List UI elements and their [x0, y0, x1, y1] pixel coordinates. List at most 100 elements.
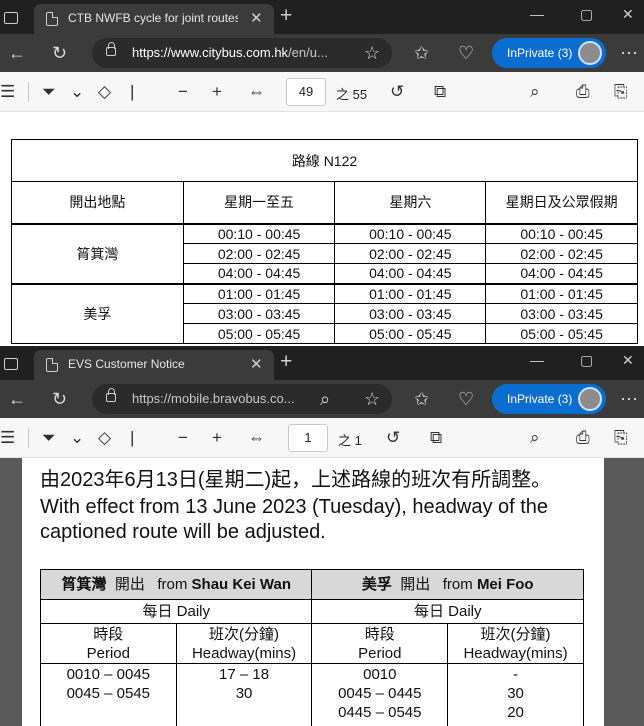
time-cell: 00:10 - 00:45 — [485, 222, 638, 244]
new-tab-icon[interactable]: + — [280, 5, 292, 27]
pdf-toolbar: ☰ ⏷ ⌄ ◇ | − + ⇔ 1 之 1 ↺ ⧉ ⌕ ⎙ ⎘ — [0, 418, 644, 458]
browser-toolbar: ← ↻ https://mobile.bravobus.co... ⌕ ☆ ✩ … — [0, 380, 644, 418]
back-icon[interactable]: ← — [8, 389, 26, 409]
favorite-star-icon[interactable]: ☆ — [364, 43, 380, 63]
column-header: 星期日及公眾假期 — [485, 181, 638, 224]
refresh-icon[interactable]: ↻ — [52, 389, 67, 409]
zoom-out-icon[interactable]: − — [178, 82, 188, 102]
page-view-icon[interactable]: ⧉ — [430, 428, 442, 448]
url-text: https://mobile.bravobus.co... — [132, 391, 295, 406]
close-tab-icon[interactable]: ✕ — [250, 355, 263, 373]
restore-icon[interactable]: ▢ — [580, 6, 593, 23]
origin-header-shau-kei-wan: 筲箕灣 開出 from Shau Kei Wan — [39, 569, 313, 600]
separator-icon: | — [130, 82, 135, 101]
browser-window-bravobus: EVS Customer Notice ✕ + — ▢ ✕ ← ↻ https:… — [0, 346, 644, 726]
favorite-star-icon[interactable]: ☆ — [364, 389, 380, 409]
fit-page-icon[interactable]: ⇔ — [248, 82, 265, 102]
time-cell: 03:00 - 03:45 — [182, 303, 336, 324]
fit-page-icon[interactable]: ⇔ — [248, 428, 265, 448]
tab-ctb-nwfb[interactable]: CTB NWFB cycle for joint routes... ✕ — [34, 4, 274, 34]
time-cell: 00:10 - 00:45 — [334, 222, 487, 244]
chevron-down-icon[interactable]: ⌄ — [70, 82, 84, 102]
search-icon[interactable]: ⌕ — [530, 428, 540, 448]
period-values-left: 0010 – 0045 0045 – 0545 — [40, 663, 177, 726]
erase-icon[interactable]: ◇ — [98, 428, 111, 448]
headway-header: 班次(分鐘) Headway(mins) — [447, 623, 584, 664]
time-cell: 00:10 - 00:45 — [182, 222, 336, 244]
time-cell: 05:00 - 05:45 — [182, 323, 336, 344]
close-tab-icon[interactable]: ✕ — [250, 9, 263, 27]
url-text: https://www.citybus.com.hk/en/u... — [132, 45, 328, 60]
page-number-input[interactable]: 49 — [286, 78, 326, 106]
refresh-icon[interactable]: ↻ — [52, 43, 67, 63]
separator-icon: | — [130, 428, 135, 447]
pdf-document-icon — [46, 358, 58, 372]
back-icon[interactable]: ← — [8, 43, 26, 63]
period-header: 時段 Period — [311, 623, 449, 664]
print-icon[interactable]: ⎘ — [614, 82, 628, 102]
period-values-right: 0010 0045 – 0445 0445 – 0545 — [311, 663, 449, 726]
minimize-icon[interactable]: — — [530, 352, 544, 368]
browser-window-citybus: CTB NWFB cycle for joint routes... ✕ + —… — [0, 0, 644, 346]
save-icon[interactable]: ⎙ — [576, 82, 590, 102]
tab-title: CTB NWFB cycle for joint routes... — [68, 11, 238, 25]
time-cell: 04:00 - 04:45 — [334, 263, 487, 284]
time-cell: 03:00 - 03:45 — [485, 303, 638, 324]
search-icon[interactable]: ⌕ — [530, 82, 540, 102]
tab-actions-icon[interactable] — [4, 358, 18, 370]
lock-icon — [106, 388, 116, 402]
time-cell: 05:00 - 05:45 — [334, 323, 487, 344]
erase-icon[interactable]: ◇ — [98, 82, 111, 102]
page-view-icon[interactable]: ⧉ — [434, 82, 446, 102]
route-n122-table: 路線 N122 開出地點 星期一至五 星期六 星期日及公眾假期 筲箕灣 00:1… — [11, 139, 638, 344]
notice-text-en-line1: With effect from 13 June 2023 (Tuesday),… — [40, 496, 549, 518]
browser-essentials-icon[interactable]: ♡ — [458, 389, 474, 409]
headway-table: 筲箕灣 開出 from Shau Kei Wan 美孚 開出 from Mei … — [39, 569, 584, 726]
highlight-icon[interactable]: ⏷ — [42, 428, 56, 448]
close-window-icon[interactable]: ✕ — [622, 6, 634, 23]
rotate-icon[interactable]: ↺ — [390, 82, 404, 102]
tab-evs-customer-notice[interactable]: EVS Customer Notice ✕ — [34, 350, 274, 380]
page-number-input[interactable]: 1 — [288, 424, 328, 452]
daily-label: 每日 Daily — [39, 599, 313, 624]
more-menu-icon[interactable]: ⋯ — [620, 43, 638, 63]
chevron-down-icon[interactable]: ⌄ — [70, 428, 84, 448]
browser-essentials-icon[interactable]: ♡ — [458, 43, 474, 63]
close-window-icon[interactable]: ✕ — [622, 352, 634, 369]
notice-text-en-line2: captioned route will be adjusted. — [40, 521, 326, 543]
zoom-icon[interactable]: ⌕ — [320, 389, 330, 409]
restore-icon[interactable]: ▢ — [580, 352, 593, 369]
print-icon[interactable]: ⎘ — [614, 428, 628, 448]
avatar — [578, 387, 602, 411]
address-bar[interactable]: https://www.citybus.com.hk/en/u... — [92, 38, 392, 68]
new-tab-icon[interactable]: + — [280, 351, 292, 373]
favorites-icon[interactable]: ✩ — [414, 389, 429, 409]
page-total: 之 1 — [338, 433, 362, 448]
table-row: 筲箕灣 00:10 - 00:45 00:10 - 00:45 00:10 - … — [11, 222, 638, 284]
save-icon[interactable]: ⎙ — [576, 428, 590, 448]
lock-icon — [106, 42, 116, 56]
pdf-document-icon — [46, 12, 58, 26]
favorites-icon[interactable]: ✩ — [414, 43, 429, 63]
origin-cell: 美孚 — [11, 282, 184, 344]
zoom-in-icon[interactable]: + — [212, 428, 222, 448]
rotate-icon[interactable]: ↺ — [386, 428, 400, 448]
pdf-toolbar: ☰ ⏷ ⌄ ◇ | − + ⇔ 49 之 55 ↺ ⧉ ⌕ ⎙ ⎘ — [0, 72, 644, 112]
minimize-icon[interactable]: — — [530, 6, 544, 22]
tab-actions-icon[interactable] — [4, 12, 18, 24]
zoom-out-icon[interactable]: − — [178, 428, 188, 448]
time-cell: 02:00 - 02:45 — [182, 243, 336, 264]
origin-cell: 筲箕灣 — [11, 222, 184, 284]
contents-icon[interactable]: ☰ — [0, 428, 15, 448]
zoom-in-icon[interactable]: + — [212, 82, 222, 102]
inprivate-button[interactable]: InPrivate (3) — [492, 38, 606, 68]
period-header: 時段 Period — [40, 623, 177, 664]
highlight-icon[interactable]: ⏷ — [42, 82, 56, 102]
table-title: 路線 N122 — [11, 139, 638, 182]
time-cell: 04:00 - 04:45 — [485, 263, 638, 284]
inprivate-button[interactable]: InPrivate (3) — [492, 384, 606, 414]
more-menu-icon[interactable]: ⋯ — [620, 389, 638, 409]
contents-icon[interactable]: ☰ — [0, 82, 15, 102]
address-bar[interactable]: https://mobile.bravobus.co... — [92, 384, 392, 414]
column-header: 星期一至五 — [182, 181, 336, 224]
